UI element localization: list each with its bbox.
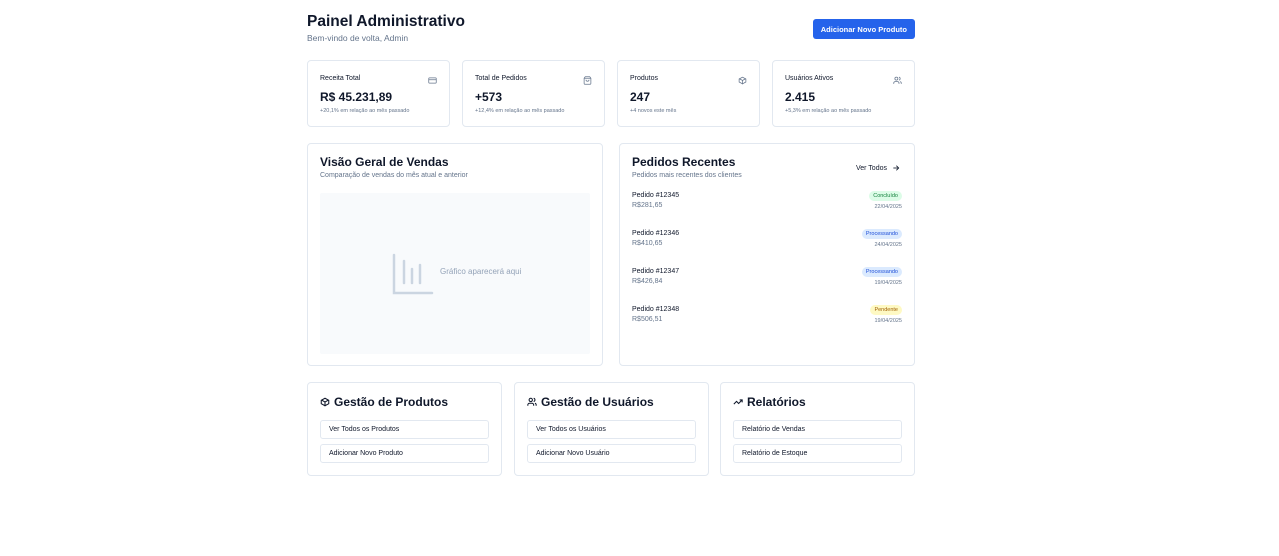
order-id: Pedido #12348 xyxy=(632,306,680,313)
users-icon xyxy=(893,76,902,84)
order-row[interactable]: Pedido #12347 R$426,84 Processando 19/04… xyxy=(632,267,902,298)
stat-value: 247 xyxy=(630,90,651,104)
stock-report-button[interactable]: Relatório de Estoque xyxy=(733,444,902,463)
stat-card-revenue: Receita Total R$ 45.231,89 +20,1% em rel… xyxy=(307,60,450,127)
order-date: 19/04/2025 xyxy=(874,318,902,324)
user-management-card: Gestão de Usuários Ver Todos os Usuários… xyxy=(514,382,709,476)
status-badge: Processando xyxy=(861,229,902,239)
order-row[interactable]: Pedido #12346 R$410,65 Processando 24/04… xyxy=(632,229,902,260)
stat-note: +4 novos este mês xyxy=(630,108,677,114)
order-id: Pedido #12346 xyxy=(632,230,680,237)
sales-title: Visão Geral de Vendas xyxy=(320,155,449,169)
order-date: 22/04/2025 xyxy=(874,204,902,210)
order-amount: R$426,84 xyxy=(632,278,663,285)
stat-card-orders: Total de Pedidos +573 +12,4% em relação … xyxy=(462,60,605,127)
view-all-label: Ver Todos xyxy=(855,164,887,172)
section-title-text: Relatórios xyxy=(747,395,806,409)
order-id: Pedido #12347 xyxy=(632,268,680,275)
stat-card-products: Produtos 247 +4 novos este mês xyxy=(617,60,760,127)
chart-placeholder-text: Gráfico aparecerá aqui xyxy=(440,267,522,276)
section-title: Relatórios xyxy=(733,395,806,409)
order-date: 24/04/2025 xyxy=(874,242,902,248)
sales-subtitle: Comparação de vendas do mês atual e ante… xyxy=(320,172,468,179)
add-product-button[interactable]: Adicionar Novo Produto xyxy=(812,19,915,39)
orders-subtitle: Pedidos mais recentes dos clientes xyxy=(632,172,742,179)
order-id: Pedido #12345 xyxy=(632,192,680,199)
stat-card-users: Usuários Ativos 2.415 +5,3% em relação a… xyxy=(772,60,915,127)
view-all-users-button[interactable]: Ver Todos os Usuários xyxy=(527,420,696,439)
section-title: Gestão de Produtos xyxy=(320,395,448,409)
dashboard: Painel Administrativo Bem-vindo de volta… xyxy=(307,0,915,476)
chart-placeholder: Gráfico aparecerá aqui xyxy=(320,193,590,354)
section-title-text: Gestão de Produtos xyxy=(334,395,449,409)
stat-value: +573 xyxy=(475,90,503,104)
sales-overview-card: Visão Geral de Vendas Comparação de vend… xyxy=(307,143,603,366)
stat-label: Total de Pedidos xyxy=(475,75,527,82)
status-badge: Concluído xyxy=(869,191,902,201)
status-badge: Processando xyxy=(861,267,902,277)
stat-value: R$ 45.231,89 xyxy=(320,90,393,104)
order-date: 19/04/2025 xyxy=(874,280,902,286)
package-icon xyxy=(320,397,330,407)
recent-orders-card: Pedidos Recentes Pedidos mais recentes d… xyxy=(619,143,915,366)
order-row[interactable]: Pedido #12348 R$506,51 Pendente 19/04/20… xyxy=(632,305,902,336)
stats-row: Receita Total R$ 45.231,89 +20,1% em rel… xyxy=(307,60,915,127)
stat-label: Receita Total xyxy=(320,75,361,82)
page-subtitle: Bem-vindo de volta, Admin xyxy=(307,33,409,43)
orders-title: Pedidos Recentes xyxy=(632,155,736,169)
order-row[interactable]: Pedido #12345 R$281,65 Concluído 22/04/2… xyxy=(632,191,902,222)
stat-label: Usuários Ativos xyxy=(785,75,834,82)
trending-up-icon xyxy=(733,399,743,405)
page-header: Painel Administrativo Bem-vindo de volta… xyxy=(307,0,915,58)
add-user-button[interactable]: Adicionar Novo Usuário xyxy=(527,444,696,463)
stat-note: +20,1% em relação ao mês passado xyxy=(320,108,410,114)
arrow-right-icon xyxy=(893,165,900,171)
section-title: Gestão de Usuários xyxy=(527,395,654,409)
product-management-card: Gestão de Produtos Ver Todos os Produtos… xyxy=(307,382,502,476)
sales-report-button[interactable]: Relatório de Vendas xyxy=(733,420,902,439)
order-amount: R$506,51 xyxy=(632,316,663,323)
order-amount: R$410,65 xyxy=(632,240,663,247)
package-icon xyxy=(738,76,747,85)
page-title: Painel Administrativo xyxy=(307,13,465,30)
users-icon xyxy=(527,397,537,406)
stat-note: +12,4% em relação ao mês passado xyxy=(475,108,565,114)
stat-label: Produtos xyxy=(630,75,659,82)
credit-card-icon xyxy=(428,77,437,84)
stat-note: +5,3% em relação ao mês passado xyxy=(785,108,872,114)
order-amount: R$281,65 xyxy=(632,202,663,209)
reports-card: Relatórios Relatório de Vendas Relatório… xyxy=(720,382,915,476)
shopping-bag-icon xyxy=(583,76,592,85)
add-product-secondary-button[interactable]: Adicionar Novo Produto xyxy=(320,444,489,463)
view-all-products-button[interactable]: Ver Todos os Produtos xyxy=(320,420,489,439)
status-badge: Pendente xyxy=(870,305,902,315)
view-all-orders-button[interactable]: Ver Todos xyxy=(856,164,900,172)
bar-chart-icon xyxy=(392,253,434,295)
section-title-text: Gestão de Usuários xyxy=(541,395,654,409)
stat-value: 2.415 xyxy=(785,90,816,104)
